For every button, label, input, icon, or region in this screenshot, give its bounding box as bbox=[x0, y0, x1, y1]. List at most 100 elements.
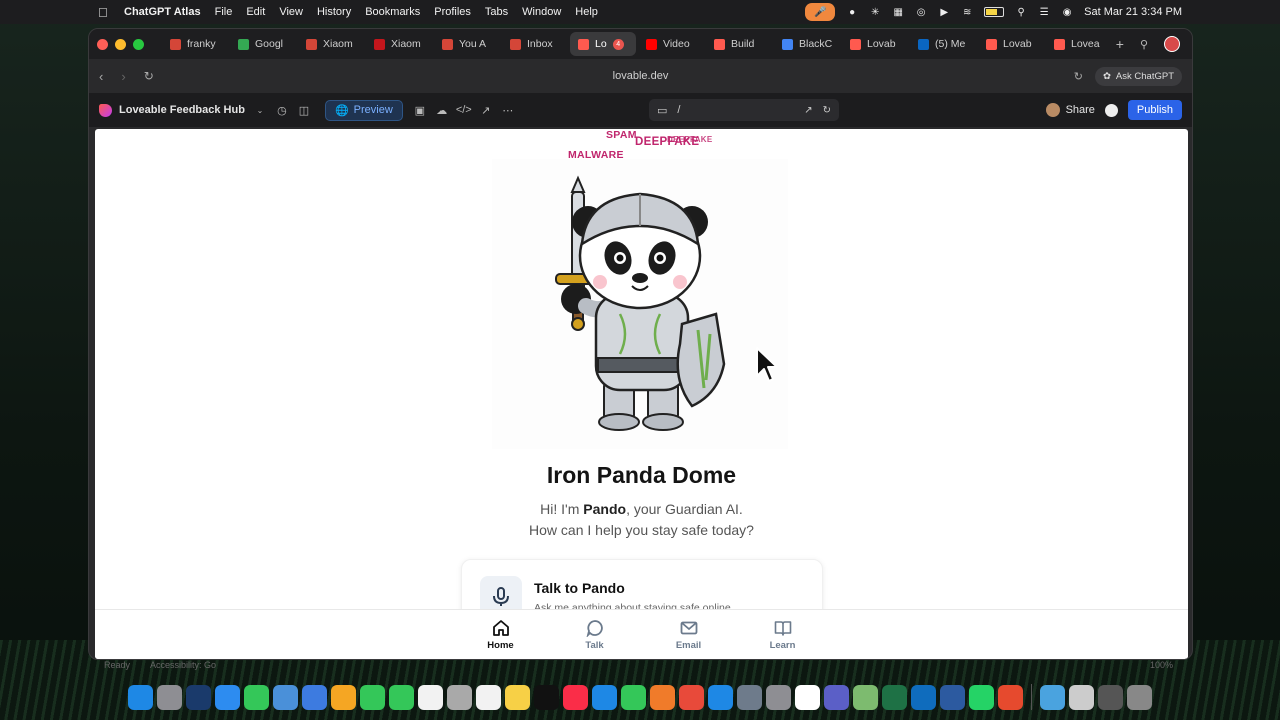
browser-tab[interactable]: You A bbox=[434, 32, 500, 56]
apple-icon[interactable]:  bbox=[98, 5, 112, 20]
dock-app-icon[interactable] bbox=[302, 684, 327, 710]
browser-tab[interactable]: Lovab bbox=[842, 32, 908, 56]
nav-home[interactable]: Home bbox=[483, 610, 519, 659]
dock-app-icon[interactable] bbox=[1098, 684, 1123, 710]
nav-email[interactable]: Email bbox=[671, 610, 707, 659]
browser-tab[interactable]: Googl bbox=[230, 32, 296, 56]
browser-tab[interactable]: Xiaom bbox=[298, 32, 364, 56]
dock-app-icon[interactable] bbox=[679, 684, 704, 710]
siri-icon[interactable]: ◉ bbox=[1061, 6, 1073, 18]
device-frame-icon[interactable]: ▭ bbox=[657, 104, 667, 117]
dock-app-icon[interactable] bbox=[998, 684, 1023, 710]
minimize-window-button[interactable] bbox=[115, 38, 126, 50]
search-tabs-icon[interactable]: ⚲ bbox=[1140, 38, 1148, 51]
dock-app-icon[interactable] bbox=[505, 684, 530, 710]
menubar-clock[interactable]: Sat Mar 21 3:34 PM bbox=[1084, 6, 1182, 18]
open-external-icon[interactable]: ↗ bbox=[804, 105, 812, 116]
dock-app-icon[interactable] bbox=[824, 684, 849, 710]
dock-app-icon[interactable] bbox=[186, 684, 211, 710]
forward-button[interactable]: › bbox=[121, 69, 125, 84]
browser-tab[interactable]: Build bbox=[706, 32, 772, 56]
dock-app-icon[interactable] bbox=[940, 684, 965, 710]
sidebar-toggle-icon[interactable]: ◫ bbox=[293, 99, 315, 121]
share-button[interactable]: Share bbox=[1045, 103, 1095, 117]
github-icon[interactable] bbox=[1104, 103, 1118, 117]
menu-edit[interactable]: Edit bbox=[246, 6, 265, 18]
dock-app-icon[interactable] bbox=[389, 684, 414, 710]
cloud-icon[interactable]: ☁ bbox=[431, 99, 453, 121]
dock-app-icon[interactable] bbox=[766, 684, 791, 710]
zoom-window-button[interactable] bbox=[133, 38, 144, 50]
nav-talk[interactable]: Talk bbox=[577, 610, 613, 659]
refresh-preview-icon[interactable]: ↻ bbox=[823, 105, 831, 116]
file-icon[interactable]: ▣ bbox=[409, 99, 431, 121]
page-action-icon[interactable]: ↻ bbox=[1074, 70, 1083, 83]
menu-history[interactable]: History bbox=[317, 6, 351, 18]
menubar-app-name[interactable]: ChatGPT Atlas bbox=[124, 6, 201, 18]
reload-button[interactable]: ↻ bbox=[144, 69, 154, 84]
dock-app-icon[interactable] bbox=[128, 684, 153, 710]
menu-view[interactable]: View bbox=[279, 6, 303, 18]
dock-app-icon[interactable] bbox=[273, 684, 298, 710]
url-field[interactable]: lovable.dev bbox=[89, 70, 1192, 82]
menu-profiles[interactable]: Profiles bbox=[434, 6, 471, 18]
dock-app-icon[interactable] bbox=[737, 684, 762, 710]
dock-app-icon[interactable] bbox=[157, 684, 182, 710]
menu-tabs[interactable]: Tabs bbox=[485, 6, 508, 18]
analytics-icon[interactable]: ↗ bbox=[475, 99, 497, 121]
new-tab-button[interactable]: + bbox=[1116, 36, 1124, 52]
menu-help[interactable]: Help bbox=[575, 6, 598, 18]
dock-app-icon[interactable] bbox=[592, 684, 617, 710]
dictation-mic-icon[interactable]: 🎤 bbox=[805, 3, 836, 21]
browser-tab[interactable]: Xiaom bbox=[366, 32, 432, 56]
wifi-icon[interactable]: ≋ bbox=[961, 6, 973, 18]
nav-learn[interactable]: Learn bbox=[765, 610, 801, 659]
route-path-box[interactable]: ▭ / ↗ ↻ bbox=[649, 99, 839, 121]
dock-app-icon[interactable] bbox=[621, 684, 646, 710]
dock-app-icon[interactable] bbox=[1127, 684, 1152, 710]
dock-app-icon[interactable] bbox=[331, 684, 356, 710]
dock-app-icon[interactable] bbox=[911, 684, 936, 710]
dock-app-icon[interactable] bbox=[447, 684, 472, 710]
circle-app-icon[interactable]: ◎ bbox=[915, 6, 927, 18]
control-center-icon[interactable]: ☰ bbox=[1038, 6, 1050, 18]
browser-tab[interactable]: BlackC bbox=[774, 32, 840, 56]
browser-tab[interactable]: Lo 4 bbox=[570, 32, 636, 56]
dock-app-icon[interactable] bbox=[853, 684, 878, 710]
dock-app-icon[interactable] bbox=[1040, 684, 1065, 710]
project-name[interactable]: Loveable Feedback Hub bbox=[119, 104, 245, 116]
play-icon[interactable]: ▶ bbox=[938, 6, 950, 18]
history-icon[interactable]: ◷ bbox=[271, 99, 293, 121]
dock-app-icon[interactable] bbox=[418, 684, 443, 710]
dock-app-icon[interactable] bbox=[360, 684, 385, 710]
battery-icon[interactable] bbox=[984, 7, 1005, 17]
chevron-down-icon[interactable]: ⌄ bbox=[249, 99, 271, 121]
dock-app-icon[interactable] bbox=[882, 684, 907, 710]
dock-app-icon[interactable] bbox=[476, 684, 501, 710]
close-window-button[interactable] bbox=[97, 38, 108, 50]
extension-icon[interactable]: ▦ bbox=[892, 6, 904, 18]
publish-button[interactable]: Publish bbox=[1127, 100, 1182, 120]
preview-button[interactable]: 🌐 Preview bbox=[324, 99, 403, 121]
menu-window[interactable]: Window bbox=[522, 6, 561, 18]
browser-tab[interactable]: (5) Me bbox=[910, 32, 976, 56]
profile-avatar[interactable] bbox=[1164, 36, 1180, 52]
browser-tab[interactable]: Inbox bbox=[502, 32, 568, 56]
sparkle-icon[interactable]: ✳ bbox=[869, 6, 881, 18]
dock-app-icon[interactable] bbox=[563, 684, 588, 710]
browser-tab[interactable]: Lovab bbox=[978, 32, 1044, 56]
code-icon[interactable]: </> bbox=[453, 99, 475, 121]
dock-app-icon[interactable] bbox=[215, 684, 240, 710]
dock-app-icon[interactable] bbox=[795, 684, 820, 710]
dock-app-icon[interactable] bbox=[650, 684, 675, 710]
more-icon[interactable]: ⋯ bbox=[497, 99, 519, 121]
menu-file[interactable]: File bbox=[215, 6, 233, 18]
record-icon[interactable]: ● bbox=[846, 6, 858, 18]
dock-app-icon[interactable] bbox=[1069, 684, 1094, 710]
dock-app-icon[interactable] bbox=[969, 684, 994, 710]
browser-tab[interactable]: franky bbox=[162, 32, 228, 56]
back-button[interactable]: ‹ bbox=[99, 69, 103, 84]
spotlight-search-icon[interactable]: ⚲ bbox=[1015, 6, 1027, 18]
browser-tab[interactable]: Video bbox=[638, 32, 704, 56]
dock-app-icon[interactable] bbox=[534, 684, 559, 710]
